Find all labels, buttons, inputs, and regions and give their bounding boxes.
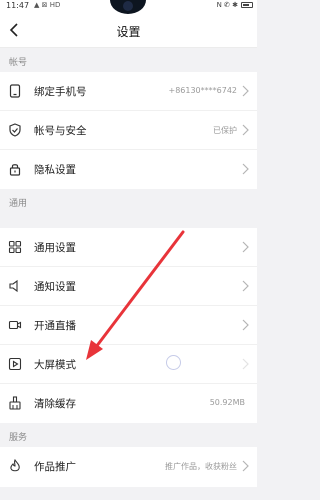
status-time: 11:47 [6,1,30,10]
chevron-right-icon [242,241,249,253]
shield-icon [9,123,21,137]
section-title-account: 帐号 [9,58,28,68]
chevron-right-icon [242,280,249,292]
notification-settings-label: 通知设置 [34,281,76,293]
status-notification-icons: ▲ ⊠ HD [34,1,61,9]
settings-row-big-screen-mode[interactable]: 大屏模式 [0,345,257,384]
speaker-icon [9,279,18,293]
cache-size-value: 50.92MB [209,398,245,407]
status-system-icons: N ✆ ✱ [216,1,238,9]
settings-row-bind-phone[interactable]: 绑定手机号 +86130****6742 [0,72,257,111]
section-title-service: 服务 [9,433,28,443]
bind-phone-value: +86130****6742 [168,86,237,95]
bind-phone-label: 绑定手机号 [34,86,87,98]
chevron-right-icon [242,460,249,472]
settings-row-live-stream[interactable]: 开通直播 [0,306,257,345]
lock-icon [9,164,21,176]
chevron-right-icon [242,85,249,97]
settings-row-clear-cache[interactable]: 清除缓存 50.92MB [0,384,257,423]
status-right-icons: N ✆ ✱ [217,1,253,9]
privacy-label: 隐私设置 [34,164,76,176]
settings-row-promote-works[interactable]: 作品推广 推广作品，收获粉丝 [0,447,257,487]
video-camera-icon [8,320,22,330]
chevron-right-icon [242,124,249,136]
promote-works-subtitle: 推广作品，收获粉丝 [165,462,237,471]
tap-indicator [166,355,181,370]
play-screen-icon [8,357,22,371]
account-security-status: 已保护 [213,126,237,135]
settings-row-notification-settings[interactable]: 通知设置 [0,267,257,306]
phone-icon [9,84,21,98]
grid-icon [8,240,22,254]
section-header-service: 服务 [0,423,257,447]
chevron-right-icon [242,163,249,175]
section-header-general: 通用 [0,189,257,213]
settings-row-account-security[interactable]: 帐号与安全 已保护 [0,111,257,150]
flame-icon [10,459,20,472]
clear-cache-label: 清除缓存 [34,398,76,410]
chevron-right-icon [242,358,249,370]
section-title-general: 通用 [9,199,28,209]
live-stream-label: 开通直播 [34,320,76,332]
battery-icon [241,2,253,8]
chevron-right-icon [242,319,249,331]
top-nav-bar: 设置 [0,14,257,48]
general-settings-label: 通用设置 [34,242,76,254]
promote-works-label: 作品推广 [34,461,76,473]
section-header-account: 帐号 [0,48,257,72]
settings-row-general-settings[interactable]: 通用设置 [0,228,257,267]
page-title: 设置 [116,25,141,39]
account-security-label: 帐号与安全 [34,125,87,137]
settings-row-privacy[interactable]: 隐私设置 [0,150,257,189]
big-screen-mode-label: 大屏模式 [34,359,76,371]
broom-icon [9,396,21,410]
